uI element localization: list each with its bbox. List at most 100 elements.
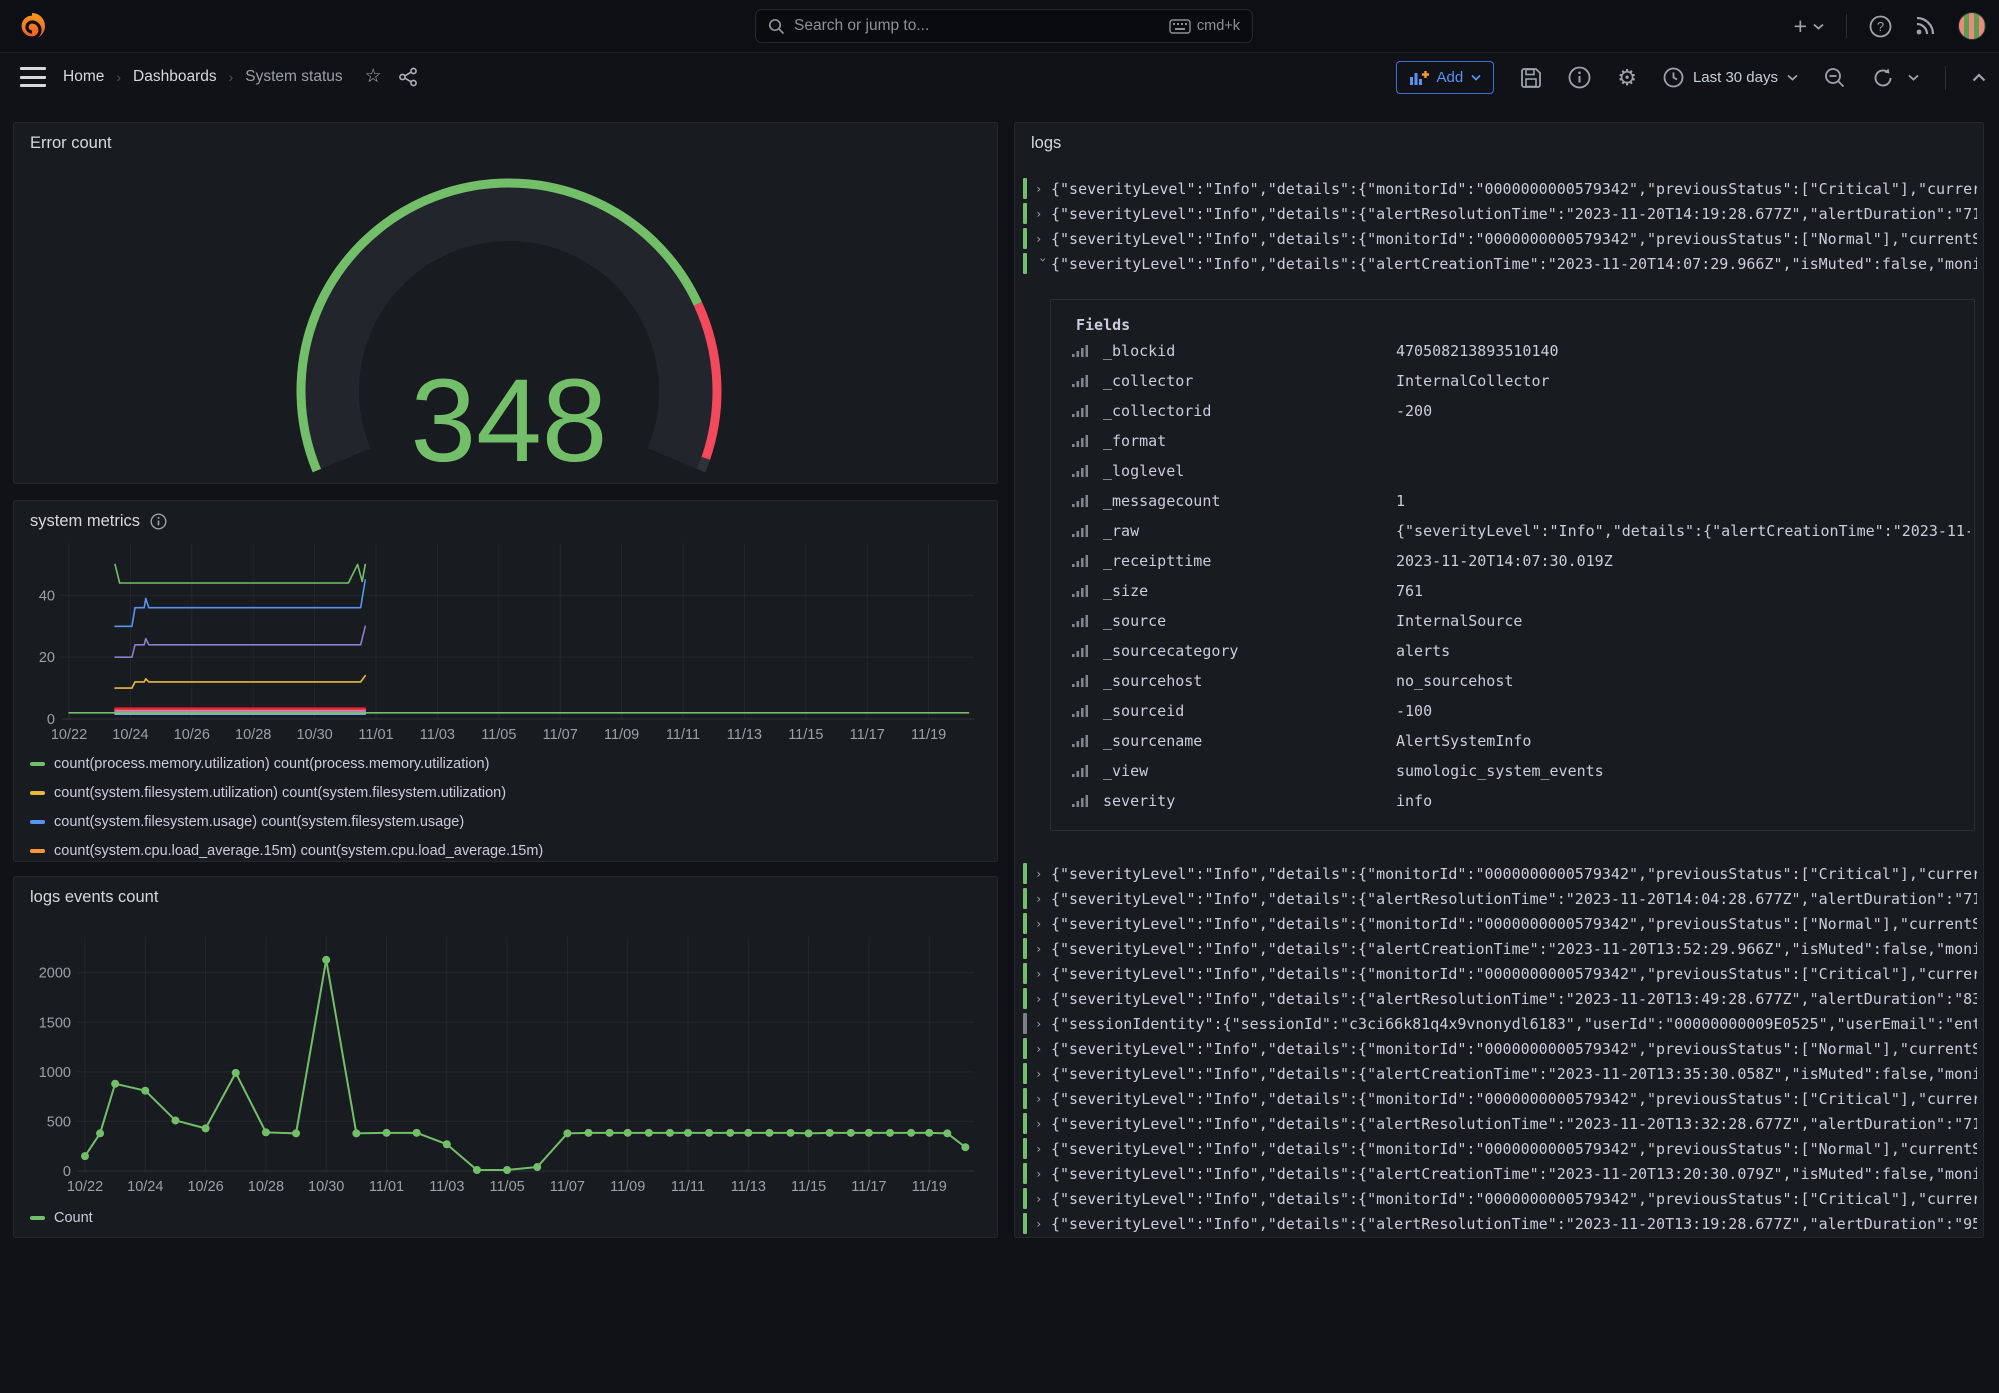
save-dashboard-button[interactable] (1520, 67, 1542, 89)
dashboard-settings-button[interactable]: ⚙ (1617, 65, 1637, 91)
legend-item[interactable]: Count (30, 1203, 987, 1232)
panel-title: logs (1031, 134, 1061, 153)
field-stats-icon[interactable] (1072, 435, 1088, 448)
chevron-right-icon[interactable]: › (1035, 1167, 1051, 1181)
refresh-button[interactable] (1872, 67, 1919, 89)
chevron-right-icon[interactable]: › (1035, 1217, 1051, 1231)
log-row[interactable]: ›{"severityLevel":"Info","details":{"mon… (1023, 226, 1977, 251)
favorite-star-button[interactable]: ☆ (365, 65, 382, 88)
field-stats-icon[interactable] (1072, 555, 1088, 568)
breadcrumb-home[interactable]: Home (63, 68, 104, 86)
log-row[interactable]: ›{"severityLevel":"Info","details":{"ale… (1023, 251, 1977, 276)
svg-text:11/15: 11/15 (788, 727, 823, 743)
panel-error-count[interactable]: Error count 348 (13, 122, 998, 484)
svg-text:10/22: 10/22 (51, 727, 87, 743)
log-row[interactable]: ›{"severityLevel":"Info","details":{"mon… (1023, 1136, 1977, 1161)
field-stats-icon[interactable] (1072, 495, 1088, 508)
user-avatar[interactable] (1958, 12, 1986, 40)
log-row[interactable]: ›{"severityLevel":"Info","details":{"mon… (1023, 861, 1977, 886)
chevron-right-icon[interactable]: › (1035, 1117, 1051, 1131)
log-level-bar (1023, 1138, 1027, 1159)
legend-item[interactable]: count(system.filesystem.usage) count(sys… (30, 807, 987, 836)
chevron-right-icon[interactable]: › (1035, 207, 1051, 221)
legend-item[interactable]: count(process.memory.utilization) count(… (30, 749, 987, 778)
chevron-right-icon[interactable]: › (1035, 1142, 1051, 1156)
field-stats-icon[interactable] (1072, 735, 1088, 748)
field-stats-icon[interactable] (1072, 405, 1088, 418)
field-stats-icon[interactable] (1072, 765, 1088, 778)
log-line-text: {"severityLevel":"Info","details":{"aler… (1051, 990, 1977, 1008)
toolbar-actions: Add ⚙ (1396, 61, 1987, 94)
panel-logs-events-count[interactable]: logs events count 10/2210/2410/2610/2810… (13, 876, 998, 1238)
help-button[interactable]: ? (1869, 15, 1892, 38)
log-level-bar (1023, 1088, 1027, 1109)
zoom-out-button[interactable] (1824, 67, 1846, 89)
log-row[interactable]: ›{"severityLevel":"Info","details":{"ale… (1023, 886, 1977, 911)
log-row[interactable]: ›{"severityLevel":"Info","details":{"ale… (1023, 1061, 1977, 1086)
svg-text:20: 20 (39, 650, 55, 666)
grafana-logo-icon[interactable] (15, 9, 49, 43)
share-button[interactable] (398, 67, 418, 87)
chevron-up-icon (1972, 73, 1986, 82)
chevron-right-icon[interactable]: › (1035, 1192, 1051, 1206)
log-row[interactable]: ›{"severityLevel":"Info","details":{"ale… (1023, 1211, 1977, 1236)
menu-button[interactable] (20, 67, 46, 87)
log-row[interactable]: ›{"severityLevel":"Info","details":{"mon… (1023, 911, 1977, 936)
chevron-right-icon[interactable]: › (1035, 942, 1051, 956)
legend-item[interactable]: count(system.cpu.load_average.15m) count… (30, 836, 987, 862)
chevron-right-icon[interactable]: › (1035, 1017, 1051, 1031)
news-button[interactable] (1914, 15, 1936, 37)
log-line-text: {"severityLevel":"Info","details":{"aler… (1051, 1215, 1977, 1233)
log-row[interactable]: ›{"severityLevel":"Info","details":{"mon… (1023, 1186, 1977, 1211)
field-stats-icon[interactable] (1072, 525, 1088, 538)
svg-text:2000: 2000 (39, 966, 71, 982)
field-stats-icon[interactable] (1072, 705, 1088, 718)
chevron-right-icon[interactable]: › (1035, 892, 1051, 906)
chevron-right-icon[interactable]: › (1035, 232, 1051, 246)
search-input[interactable]: Search or jump to... cmd+k (755, 9, 1253, 43)
breadcrumb-dashboards[interactable]: Dashboards (133, 68, 217, 86)
panel-info-icon[interactable] (150, 513, 167, 530)
panel-system-metrics[interactable]: system metrics 10/2210/2410/2610/2810/30… (13, 500, 998, 862)
chevron-right-icon[interactable]: › (1035, 867, 1051, 881)
collapse-toolbar-button[interactable] (1972, 73, 1986, 82)
log-row[interactable]: ›{"severityLevel":"Info","details":{"ale… (1023, 936, 1977, 961)
chevron-right-icon[interactable]: › (1035, 1067, 1051, 1081)
log-row[interactable]: ›{"severityLevel":"Info","details":{"mon… (1023, 1086, 1977, 1111)
log-row[interactable]: ›{"severityLevel":"Info","details":{"mon… (1023, 176, 1977, 201)
field-stats-icon[interactable] (1072, 675, 1088, 688)
add-button[interactable]: Add (1396, 61, 1495, 94)
log-row[interactable]: ›{"sessionIdentity":{"sessionId":"c3ci66… (1023, 1011, 1977, 1036)
chevron-right-icon[interactable]: › (1035, 182, 1051, 196)
breadcrumb: Home › Dashboards › System status ☆ (63, 65, 418, 88)
field-stats-icon[interactable] (1072, 345, 1088, 358)
chevron-right-icon[interactable]: › (1035, 992, 1051, 1006)
add-panel-icon (1409, 70, 1429, 86)
field-stats-icon[interactable] (1072, 465, 1088, 478)
field-stats-icon[interactable] (1072, 795, 1088, 808)
dashboard-insights-button[interactable] (1568, 66, 1591, 89)
chevron-down-icon[interactable] (1908, 74, 1919, 81)
legend-item[interactable]: count(system.filesystem.utilization) cou… (30, 778, 987, 807)
time-range-picker[interactable]: Last 30 days (1663, 67, 1798, 88)
log-row[interactable]: ›{"severityLevel":"Info","details":{"ale… (1023, 201, 1977, 226)
chevron-right-icon[interactable]: › (1035, 967, 1051, 981)
log-row[interactable]: ›{"severityLevel":"Info","details":{"mon… (1023, 961, 1977, 986)
field-stats-icon[interactable] (1072, 375, 1088, 388)
log-row[interactable]: ›{"severityLevel":"Info","details":{"ale… (1023, 1161, 1977, 1186)
field-stats-icon[interactable] (1072, 615, 1088, 628)
field-stats-icon[interactable] (1072, 585, 1088, 598)
panel-logs[interactable]: logs ›{"severityLevel":"Info","details":… (1014, 122, 1984, 1238)
chevron-right-icon[interactable]: › (1035, 1042, 1051, 1056)
new-menu-button[interactable]: + (1794, 16, 1824, 36)
log-row[interactable]: ›{"severityLevel":"Info","details":{"mon… (1023, 1036, 1977, 1061)
field-stats-icon[interactable] (1072, 645, 1088, 658)
legend-label: count(system.filesystem.usage) count(sys… (54, 814, 464, 830)
log-level-bar (1023, 228, 1027, 249)
chevron-right-icon[interactable]: › (1035, 917, 1051, 931)
chevron-down-icon[interactable]: › (1036, 256, 1050, 272)
log-row[interactable]: ›{"severityLevel":"Info","details":{"ale… (1023, 1111, 1977, 1136)
chevron-right-icon[interactable]: › (1035, 1092, 1051, 1106)
field-row: _blockid470508213893510140 (1051, 336, 1974, 366)
log-row[interactable]: ›{"severityLevel":"Info","details":{"ale… (1023, 986, 1977, 1011)
